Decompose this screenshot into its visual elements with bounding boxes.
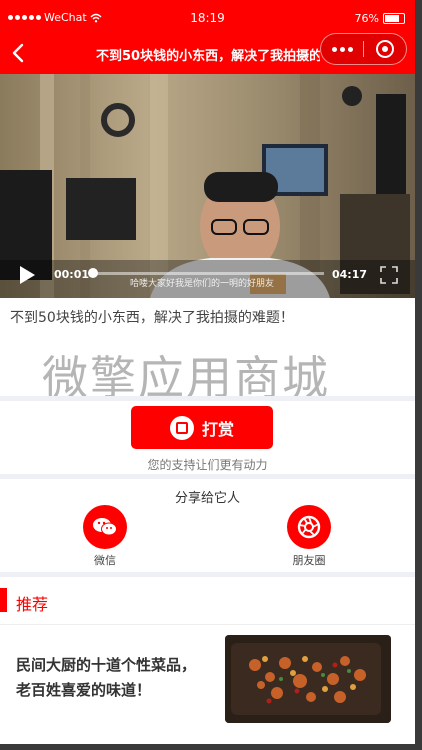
video-title: 不到50块钱的小东西，解决了我拍摄的难题！ bbox=[10, 310, 294, 326]
target-close-icon[interactable] bbox=[364, 34, 406, 64]
section-divider bbox=[0, 396, 415, 401]
status-right: 76% bbox=[355, 12, 405, 25]
video-duration: 04:17 bbox=[332, 268, 368, 281]
article-thumbnail bbox=[225, 635, 391, 723]
share-wechat-button[interactable]: 微信 bbox=[75, 505, 135, 568]
reward-button[interactable]: 打赏 bbox=[131, 406, 273, 449]
share-moments-button[interactable]: 朋友圈 bbox=[279, 505, 339, 568]
more-dots-icon[interactable] bbox=[321, 34, 363, 64]
play-icon[interactable] bbox=[16, 264, 38, 286]
status-time: 18:19 bbox=[190, 11, 225, 25]
miniapp-capsule bbox=[320, 33, 407, 65]
section-divider bbox=[0, 572, 415, 577]
video-player[interactable] bbox=[0, 74, 415, 298]
fullscreen-icon[interactable] bbox=[380, 266, 398, 284]
reward-note: 您的支持让们更有动力 bbox=[147, 458, 268, 472]
video-current-time: 00:01 bbox=[54, 268, 90, 281]
recommend-heading: 推荐 bbox=[16, 595, 49, 614]
recommend-accent-bar bbox=[0, 588, 7, 612]
wechat-icon bbox=[83, 505, 127, 549]
page-title: 不到50块钱的小东西，解决了我拍摄的难题！ bbox=[96, 49, 320, 64]
video-progress-handle[interactable] bbox=[87, 268, 98, 278]
battery-percent: 76% bbox=[354, 12, 379, 25]
moments-icon bbox=[287, 505, 331, 549]
window-edge bbox=[415, 0, 422, 750]
section-divider bbox=[0, 474, 415, 479]
video-subtitle: 哈喽大家好我是你们的一明的好朋友 bbox=[130, 279, 275, 289]
red-envelope-icon bbox=[169, 415, 194, 440]
app-screen: WeChat 18:19 76% 不到50块钱的小东西，解决了我拍摄的难题！ bbox=[0, 0, 415, 750]
battery-icon bbox=[383, 13, 405, 24]
share-wechat-label: 微信 bbox=[94, 554, 116, 567]
navigation-bar: 不到50块钱的小东西，解决了我拍摄的难题！ bbox=[0, 32, 415, 74]
article-list-item[interactable]: 民间大厨的十道个性菜品，老百姓喜爱的味道！ bbox=[0, 625, 415, 735]
share-moments-label: 朋友圈 bbox=[292, 554, 326, 567]
video-frame bbox=[0, 74, 415, 298]
article-title: 民间大厨的十道个性菜品，老百姓喜爱的味道！ bbox=[16, 656, 197, 699]
reward-button-label: 打赏 bbox=[201, 419, 234, 439]
video-progress-track[interactable] bbox=[92, 272, 324, 275]
share-heading: 分享给它人 bbox=[174, 491, 240, 506]
chevron-left-icon[interactable] bbox=[8, 42, 30, 64]
window-edge-bottom bbox=[0, 744, 422, 750]
